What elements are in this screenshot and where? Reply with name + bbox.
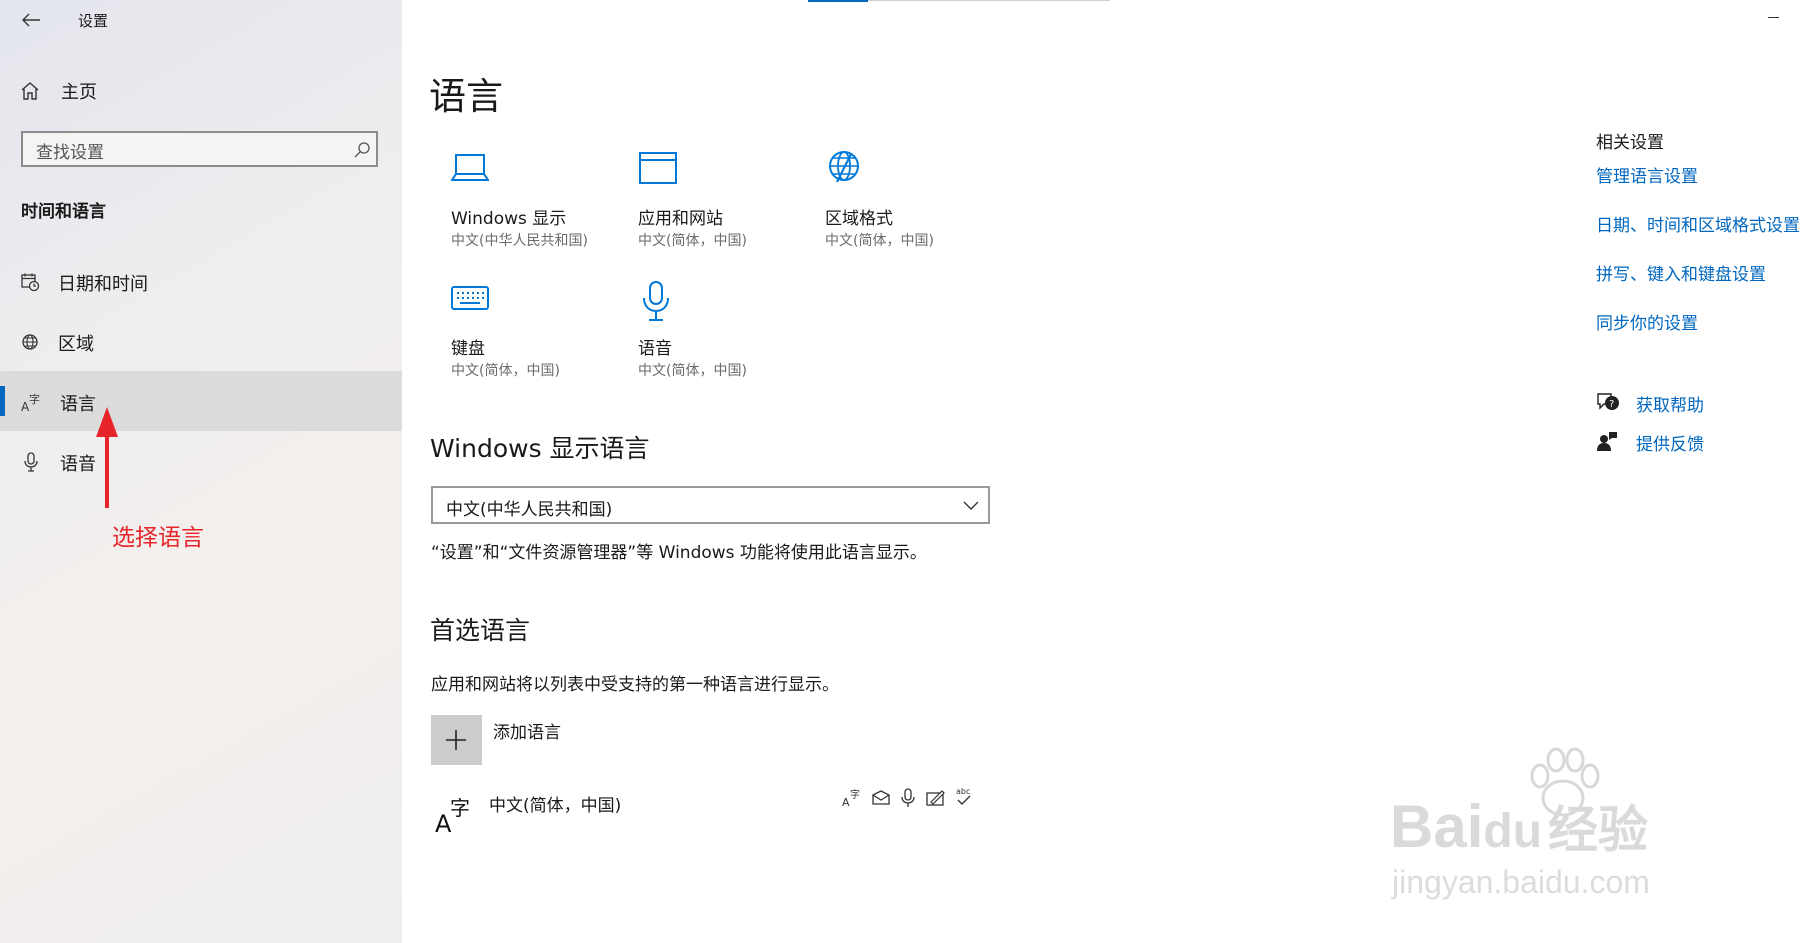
help-chat-icon: ? — [1597, 393, 1619, 410]
link-spelling-typing-keyboard-settings[interactable]: 拼写、键入和键盘设置 — [1596, 260, 1766, 285]
tile-title: Windows 显示 — [451, 209, 567, 229]
watermark-brand: Bai — [1390, 793, 1484, 860]
watermark: Baidu 经验 jingyan.baidu.com — [1390, 740, 1720, 900]
tile-windows-display[interactable]: Windows 显示 中文(中华人民共和国) — [449, 148, 619, 258]
sidebar-item-label: 语言 — [60, 394, 96, 415]
link-sync-settings[interactable]: 同步你的设置 — [1596, 309, 1698, 334]
svg-text:字: 字 — [29, 392, 40, 406]
page-title: 语言 — [429, 75, 503, 118]
watermark-cn: 经验 — [1548, 802, 1649, 858]
display-language-value: 中文(中华人民共和国) — [446, 500, 613, 520]
add-language-label[interactable]: 添加语言 — [493, 718, 561, 743]
search-box[interactable]: 查找设置 — [21, 131, 378, 167]
plus-icon — [446, 730, 466, 750]
speech-recognition-icon — [901, 788, 915, 807]
tile-subtitle: 中文(简体，中国) — [638, 233, 747, 249]
add-language-button[interactable] — [431, 715, 482, 765]
search-icon — [354, 142, 370, 158]
watermark-brand2: du — [1483, 805, 1543, 858]
tile-apps-websites[interactable]: 应用和网站 中文(简体，中国) — [636, 148, 806, 258]
keyboard-icon — [451, 286, 489, 310]
sidebar-item-speech[interactable]: 语音 — [20, 448, 320, 478]
top-tab-indicator — [808, 0, 868, 2]
tile-subtitle: 中文(中华人民共和国) — [451, 233, 588, 249]
sidebar-item-region[interactable]: 区域 — [20, 328, 320, 358]
display-language-icon: A 字 — [842, 788, 860, 809]
language-name: 中文(简体，中国) — [489, 796, 622, 816]
display-language-description: “设置”和“文件资源管理器”等 Windows 功能将使用此语言显示。 — [431, 543, 927, 563]
home-label: 主页 — [61, 82, 97, 103]
handwriting-icon — [926, 790, 945, 806]
svg-text:字: 字 — [850, 788, 860, 801]
minimize-button[interactable] — [1768, 17, 1779, 18]
give-feedback-link[interactable]: 提供反馈 — [1596, 429, 1756, 455]
give-feedback-label: 提供反馈 — [1636, 435, 1704, 455]
tile-regional-format[interactable]: 区域格式 中文(简体，中国) — [823, 148, 993, 258]
tile-title: 应用和网站 — [638, 209, 723, 229]
window-title: 设置 — [78, 12, 109, 30]
get-help-label: 获取帮助 — [1636, 396, 1704, 416]
microphone-icon — [24, 452, 38, 472]
laptop-icon — [451, 154, 489, 181]
annotation-arrow — [96, 407, 118, 508]
language-icon: A 字 — [21, 392, 40, 413]
home-icon — [21, 82, 39, 100]
browser-window-icon — [639, 152, 677, 184]
svg-text:A: A — [842, 796, 850, 809]
watermark-url: jingyan.baidu.com — [1392, 864, 1650, 900]
link-manage-language-settings[interactable]: 管理语言设置 — [1596, 162, 1698, 187]
globe-region-icon — [22, 334, 38, 350]
tile-subtitle: 中文(简体，中国) — [451, 363, 560, 379]
sidebar-item-date-time[interactable]: 日期和时间 — [20, 268, 320, 298]
calendar-clock-icon — [21, 273, 40, 292]
sidebar-item-label: 日期和时间 — [58, 274, 148, 295]
display-language-select[interactable]: 中文(中华人民共和国) — [431, 486, 990, 524]
chevron-down-icon — [963, 501, 979, 510]
tile-subtitle: 中文(简体，中国) — [638, 363, 747, 379]
top-divider — [868, 0, 1110, 1]
svg-text:字: 字 — [450, 796, 470, 820]
display-language-heading: Windows 显示语言 — [430, 434, 650, 463]
tile-subtitle: 中文(简体，中国) — [825, 233, 934, 249]
get-help-link[interactable]: ? 获取帮助 — [1596, 390, 1756, 416]
sidebar-item-label: 区域 — [58, 334, 94, 355]
back-button[interactable] — [20, 10, 42, 30]
language-list-item[interactable]: A 字 中文(简体，中国) A 字 abc — [431, 785, 991, 837]
annotation-text: 选择语言 — [112, 525, 204, 551]
search-input[interactable]: 查找设置 — [36, 138, 104, 163]
feedback-icon — [1597, 432, 1617, 451]
sidebar-item-home[interactable]: 主页 — [20, 78, 220, 106]
globe-format-icon — [829, 151, 859, 183]
tile-speech[interactable]: 语音 中文(简体，中国) — [636, 278, 806, 388]
svg-text:abc: abc — [956, 787, 970, 796]
sidebar-item-language[interactable]: A 字 语言 — [20, 388, 320, 418]
selected-indicator — [0, 386, 5, 416]
tile-title: 语音 — [638, 339, 672, 359]
link-date-time-region-settings[interactable]: 日期、时间和区域格式设置 — [1596, 211, 1800, 236]
text-to-speech-icon — [872, 790, 890, 805]
tile-title: 区域格式 — [825, 209, 893, 229]
section-title: 时间和语言 — [21, 202, 106, 222]
preferred-language-heading: 首选语言 — [430, 616, 531, 645]
tile-keyboard[interactable]: 键盘 中文(简体，中国) — [449, 278, 619, 388]
back-arrow-icon — [22, 13, 40, 27]
tile-title: 键盘 — [451, 339, 485, 359]
spellcheck-icon: abc — [956, 787, 971, 805]
language-icon: A 字 — [435, 796, 470, 835]
sidebar-item-label: 语音 — [60, 454, 96, 475]
related-settings-title: 相关设置 — [1596, 133, 1664, 153]
svg-text:?: ? — [1609, 399, 1614, 410]
microphone-icon — [643, 281, 669, 321]
preferred-language-description: 应用和网站将以列表中受支持的第一种语言进行显示。 — [431, 675, 839, 695]
